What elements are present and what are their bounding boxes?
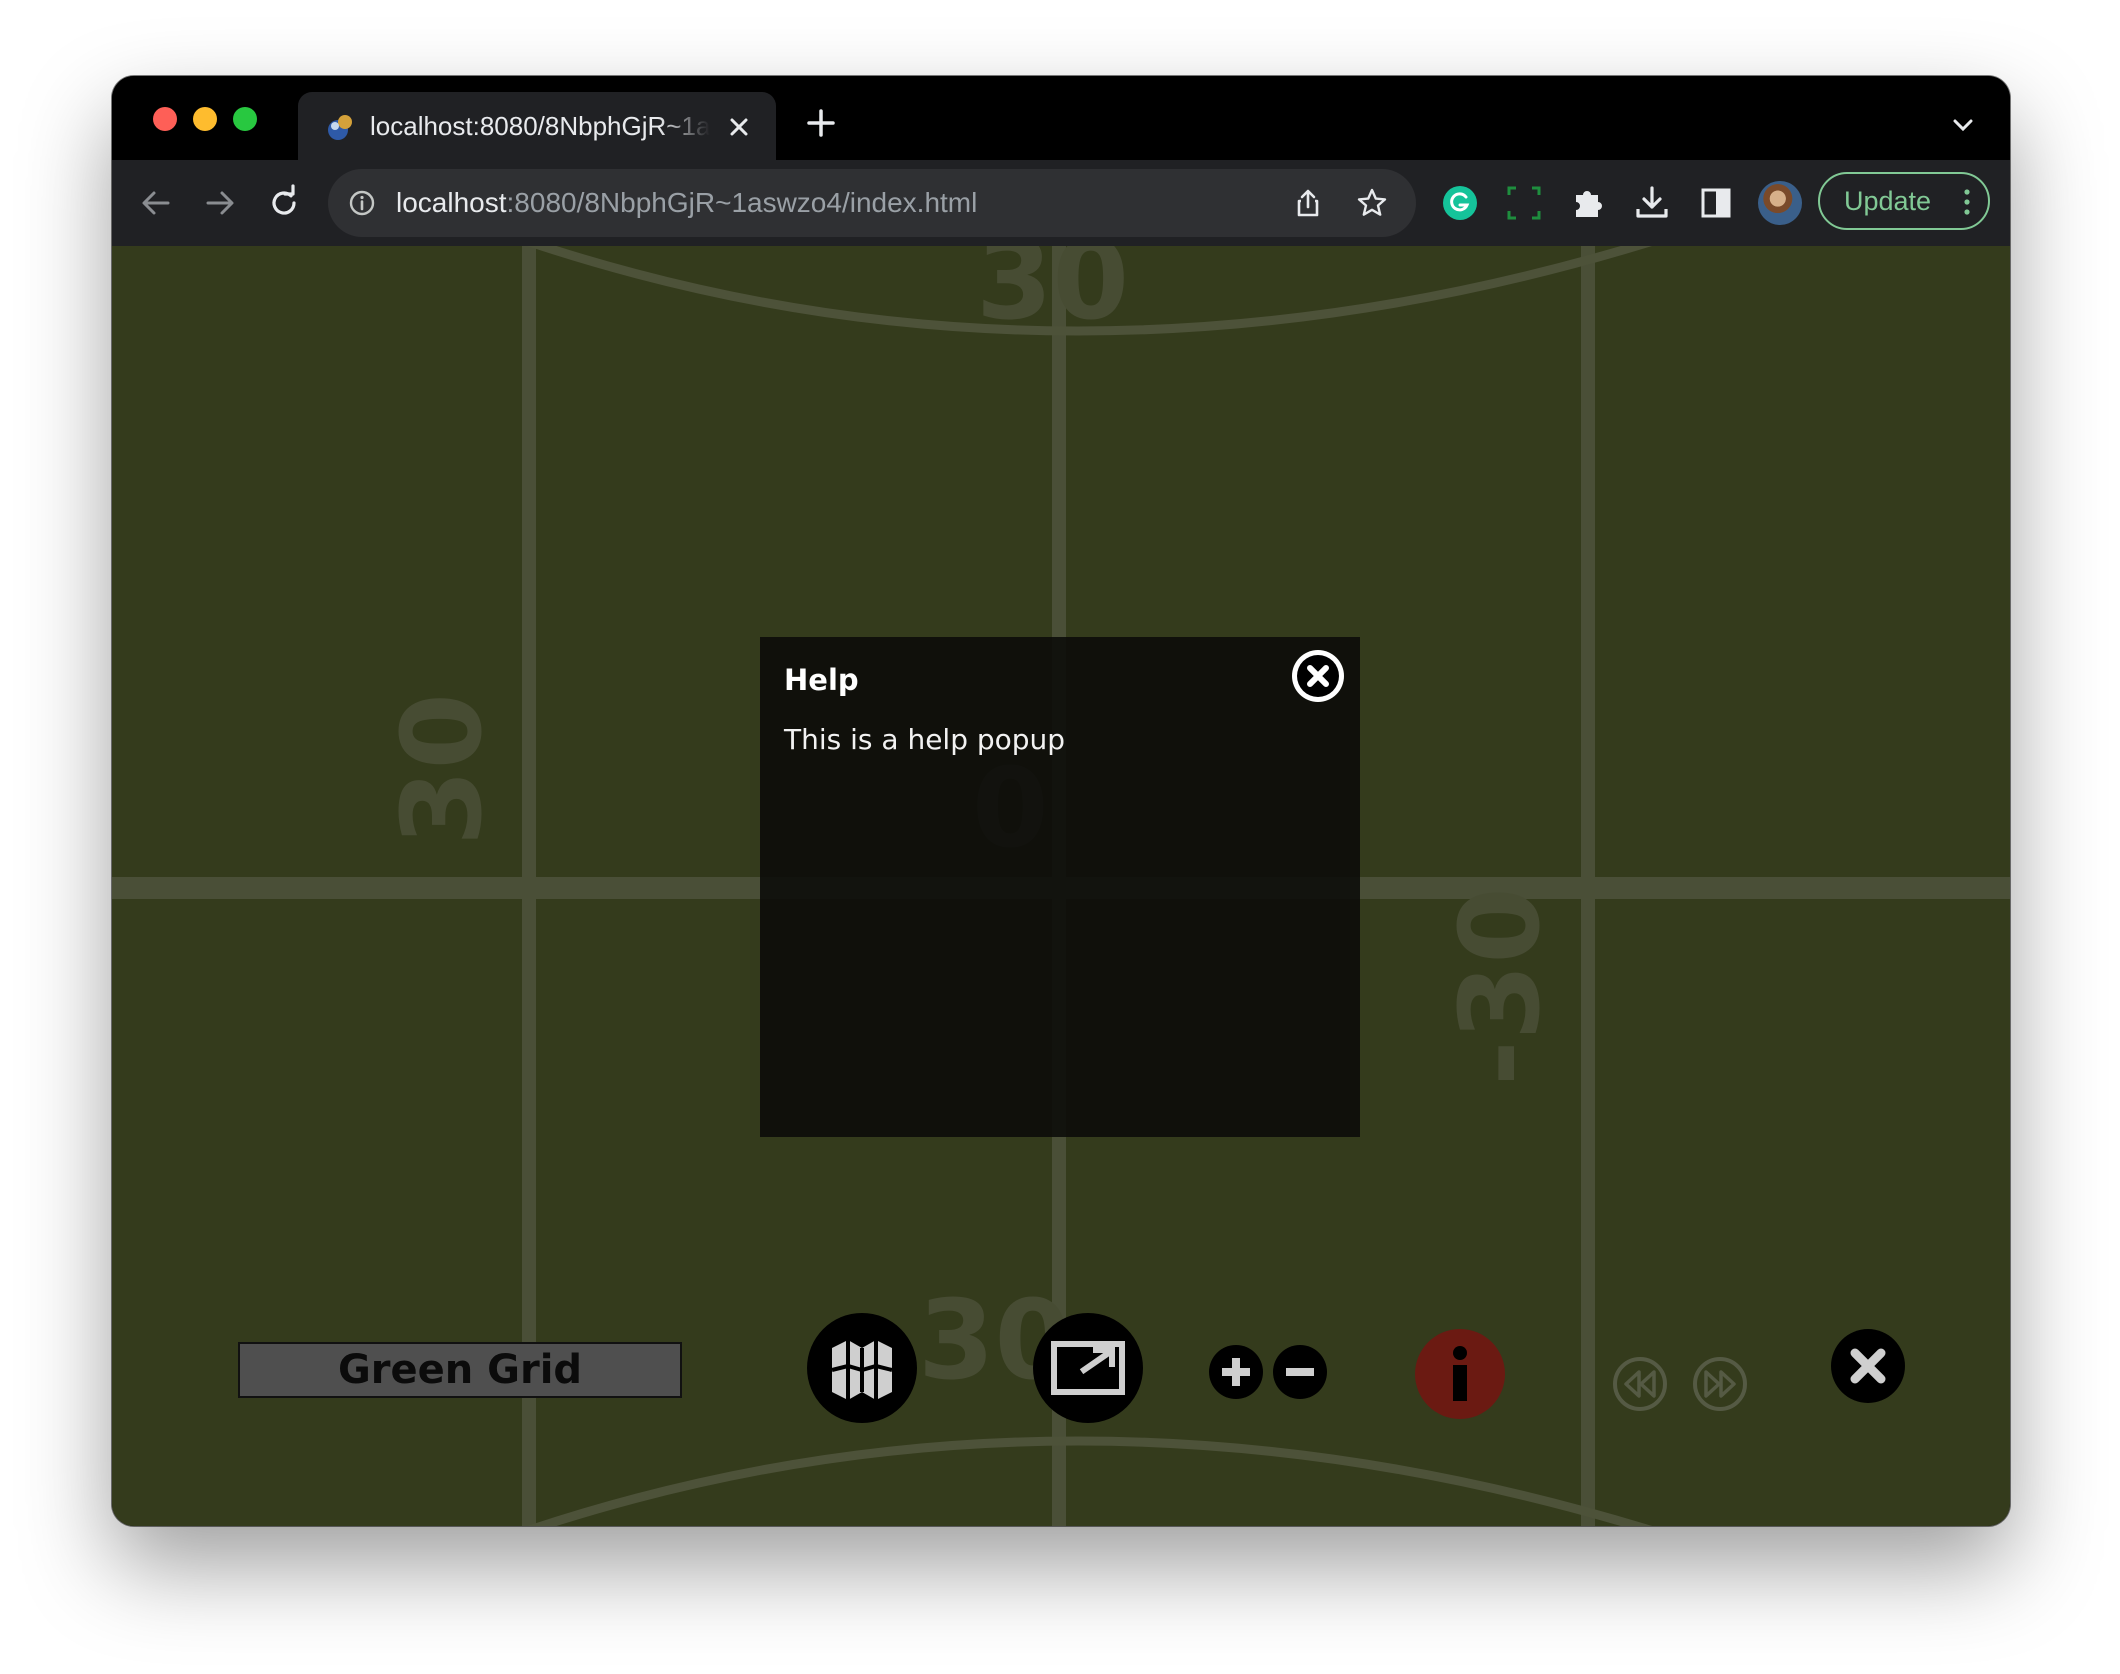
url-host: localhost — [396, 187, 507, 218]
grammarly-icon[interactable] — [1440, 183, 1480, 223]
site-info-icon[interactable] — [348, 189, 376, 217]
grid-arc-bottom — [527, 1436, 1652, 1526]
download-icon[interactable] — [1632, 183, 1672, 223]
back-arrow-icon[interactable] — [136, 183, 176, 223]
side-panel-icon[interactable] — [1696, 183, 1736, 223]
update-label: Update — [1844, 186, 1932, 216]
popup-body: This is a help popup — [784, 723, 1066, 756]
tab-close-icon[interactable] — [722, 110, 756, 144]
popup-close-icon[interactable] — [1291, 649, 1345, 703]
url-text: localhost:8080/8NbphGjR~1aswzo4/index.ht… — [396, 183, 977, 223]
map-icon[interactable] — [806, 1312, 918, 1424]
help-popup: Help This is a help popup — [760, 637, 1360, 1137]
reload-icon[interactable] — [264, 183, 304, 223]
grid-label-top: 30 — [976, 246, 1129, 344]
popup-title: Help — [784, 663, 859, 697]
more-options-icon[interactable] — [1964, 188, 1970, 216]
browser-tab[interactable]: localhost:8080/8NbphGjR~1aswzo4/index.ht… — [298, 92, 776, 160]
bookmark-star-icon[interactable] — [1356, 187, 1388, 219]
profile-avatar[interactable] — [1758, 181, 1802, 225]
close-icon[interactable] — [1830, 1328, 1906, 1404]
update-button[interactable]: Update — [1818, 172, 1990, 230]
zoom-in-icon[interactable] — [1208, 1344, 1264, 1400]
share-icon[interactable] — [1292, 187, 1324, 219]
favicon-icon — [328, 115, 352, 140]
tab-title: localhost:8080/8NbphGjR~1aswzo4/index.ht… — [370, 111, 710, 141]
panorama-title: Green Grid — [238, 1342, 682, 1398]
info-icon[interactable] — [1414, 1328, 1506, 1420]
address-bar[interactable]: localhost:8080/8NbphGjR~1aswzo4/index.ht… — [328, 169, 1416, 237]
close-window-button[interactable] — [153, 107, 177, 131]
minimize-window-button[interactable] — [193, 107, 217, 131]
browser-window: localhost:8080/8NbphGjR~1aswzo4/index.ht… — [112, 76, 2010, 1526]
zoom-out-icon[interactable] — [1272, 1344, 1328, 1400]
maximize-window-button[interactable] — [233, 107, 257, 131]
forward-arrow-icon[interactable] — [200, 183, 240, 223]
extensions-puzzle-icon[interactable] — [1568, 183, 1608, 223]
page-viewport[interactable]: 30 30 0 -30 30 Help This is a help popup… — [112, 246, 2010, 1526]
url-path: :8080/8NbphGjR~1aswzo4/index.html — [506, 187, 978, 218]
grid-label-right: -30 — [1436, 887, 1564, 1086]
new-tab-icon[interactable] — [804, 106, 838, 140]
rewind-icon[interactable] — [1612, 1356, 1668, 1412]
fullscreen-icon[interactable] — [1032, 1312, 1144, 1424]
screenshot-extension-icon[interactable] — [1504, 183, 1544, 223]
chevron-down-icon[interactable] — [1950, 112, 1976, 138]
grid-label-left: 30 — [378, 693, 506, 846]
browser-toolbar: localhost:8080/8NbphGjR~1aswzo4/index.ht… — [112, 160, 2010, 248]
tab-strip: localhost:8080/8NbphGjR~1aswzo4/index.ht… — [112, 76, 2010, 160]
fast-forward-icon[interactable] — [1692, 1356, 1748, 1412]
